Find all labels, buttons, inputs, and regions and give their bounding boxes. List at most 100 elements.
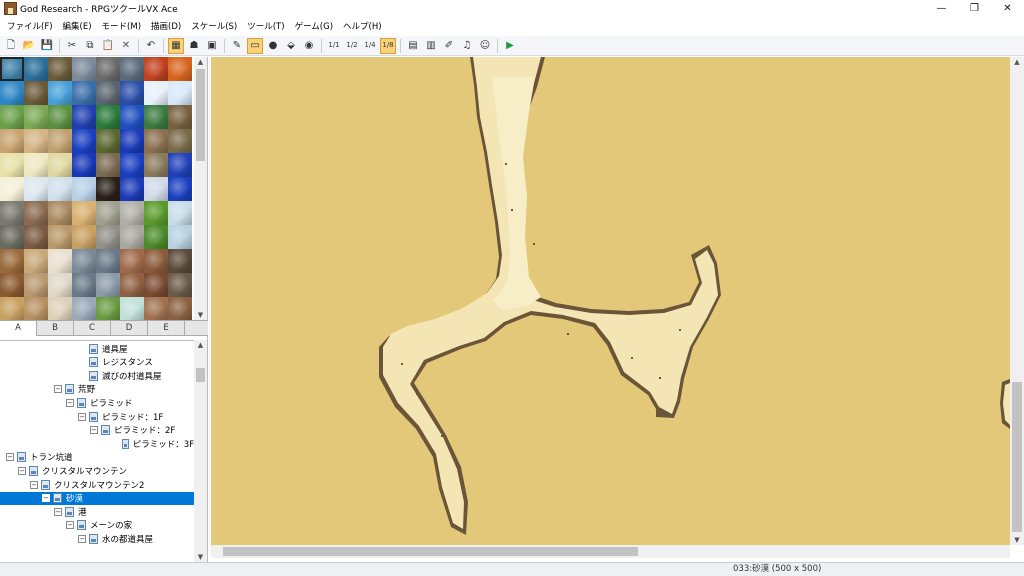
tile[interactable] [168,297,192,320]
tile[interactable] [48,201,72,225]
tile[interactable] [120,225,144,249]
tile[interactable] [144,297,168,320]
resource-manager-icon[interactable]: ▥ [423,38,439,54]
desert-map[interactable] [211,57,1010,545]
tile[interactable] [0,225,24,249]
character-generator-icon[interactable]: ☺ [477,38,493,54]
tile[interactable] [120,129,144,153]
rectangle-icon[interactable]: ▭ [247,37,263,54]
tile[interactable] [120,105,144,129]
tile[interactable] [48,249,72,273]
tile[interactable] [72,225,96,249]
collapse-icon[interactable]: − [66,398,74,407]
tile[interactable] [96,273,120,297]
scale-1-1-icon[interactable]: 1/1 [326,38,342,54]
tile[interactable] [24,201,48,225]
tree-item[interactable]: − トラン坑道 [0,451,194,464]
tile[interactable] [0,57,24,81]
tile[interactable] [96,225,120,249]
tab-b[interactable]: B [37,321,74,336]
tile[interactable] [72,201,96,225]
tile[interactable] [144,225,168,249]
cut-icon[interactable]: ✂ [64,38,80,54]
tile[interactable] [72,249,96,273]
tile[interactable] [48,297,72,320]
tree-item[interactable]: レジスタンス [0,356,194,369]
tileset-palette[interactable] [0,57,194,320]
scroll-up-icon[interactable]: ▲ [194,57,207,67]
tile[interactable] [48,81,72,105]
tree-item[interactable]: 滅びの村道具屋 [0,369,194,382]
tab-c[interactable]: C [74,321,111,336]
scroll-down-icon[interactable]: ▼ [194,552,207,562]
collapse-icon[interactable]: − [90,426,98,435]
tile[interactable] [168,57,192,81]
tile[interactable] [48,129,72,153]
tile[interactable] [72,153,96,177]
tree-item[interactable]: − 砂漠 [0,491,194,505]
tile[interactable] [0,273,24,297]
menu-draw[interactable]: 描画(D) [146,20,186,32]
tile[interactable] [144,249,168,273]
map-mode-icon[interactable]: ▦ [168,37,184,54]
tile[interactable] [48,105,72,129]
tile[interactable] [120,177,144,201]
region-mode-icon[interactable]: ▣ [204,38,220,54]
ellipse-icon[interactable]: ● [265,38,281,54]
tile[interactable] [0,129,24,153]
tile[interactable] [144,105,168,129]
tile[interactable] [96,81,120,105]
tile[interactable] [120,249,144,273]
tile[interactable] [120,273,144,297]
pencil-icon[interactable]: ✎ [229,38,245,54]
tree-item[interactable]: − ピラミッド：1F [0,410,194,423]
tree-item[interactable]: − メーンの家 [0,519,194,532]
menu-tools[interactable]: ツール(T) [242,20,289,32]
tile[interactable] [48,177,72,201]
tree-item[interactable]: − 水の都道具屋 [0,532,194,545]
tile[interactable] [168,129,192,153]
map-canvas[interactable] [211,57,1010,545]
collapse-icon[interactable]: − [30,480,38,489]
tile[interactable] [144,129,168,153]
tile[interactable] [120,57,144,81]
tile[interactable] [120,201,144,225]
tile[interactable] [0,105,24,129]
tile[interactable] [144,57,168,81]
tile[interactable] [168,273,192,297]
tile[interactable] [168,81,192,105]
shadow-pen-icon[interactable]: ◉ [301,38,317,54]
tile[interactable] [96,249,120,273]
collapse-icon[interactable]: − [18,466,26,475]
tree-scrollbar[interactable]: ▲ ▼ [194,340,207,562]
tile[interactable] [24,105,48,129]
tile[interactable] [144,153,168,177]
scroll-down-icon[interactable]: ▼ [194,310,207,320]
tile[interactable] [168,201,192,225]
sound-test-icon[interactable]: ♫ [459,38,475,54]
scroll-thumb[interactable] [1012,382,1022,532]
tile[interactable] [72,81,96,105]
tree-item[interactable]: − 荒野 [0,383,194,396]
menu-edit[interactable]: 編集(E) [58,20,97,32]
scale-1-2-icon[interactable]: 1/2 [344,38,360,54]
menu-file[interactable]: ファイル(F) [2,20,58,32]
minimize-button[interactable]: — [925,0,958,17]
tile[interactable] [24,225,48,249]
playtest-icon[interactable]: ▶ [502,38,518,54]
tile[interactable] [96,105,120,129]
collapse-icon[interactable]: − [42,494,50,503]
open-project-icon[interactable]: 📂 [21,38,37,54]
undo-icon[interactable]: ↶ [143,38,159,54]
tile[interactable] [0,177,24,201]
collapse-icon[interactable]: − [66,521,74,530]
tile[interactable] [48,57,72,81]
tile[interactable] [96,153,120,177]
tab-a[interactable]: A [0,321,37,336]
tile[interactable] [72,273,96,297]
palette-scrollbar[interactable]: ▲ ▼ [194,57,207,320]
collapse-icon[interactable]: − [54,507,62,516]
tile[interactable] [24,177,48,201]
tile[interactable] [72,177,96,201]
scroll-up-icon[interactable]: ▲ [1010,57,1024,67]
